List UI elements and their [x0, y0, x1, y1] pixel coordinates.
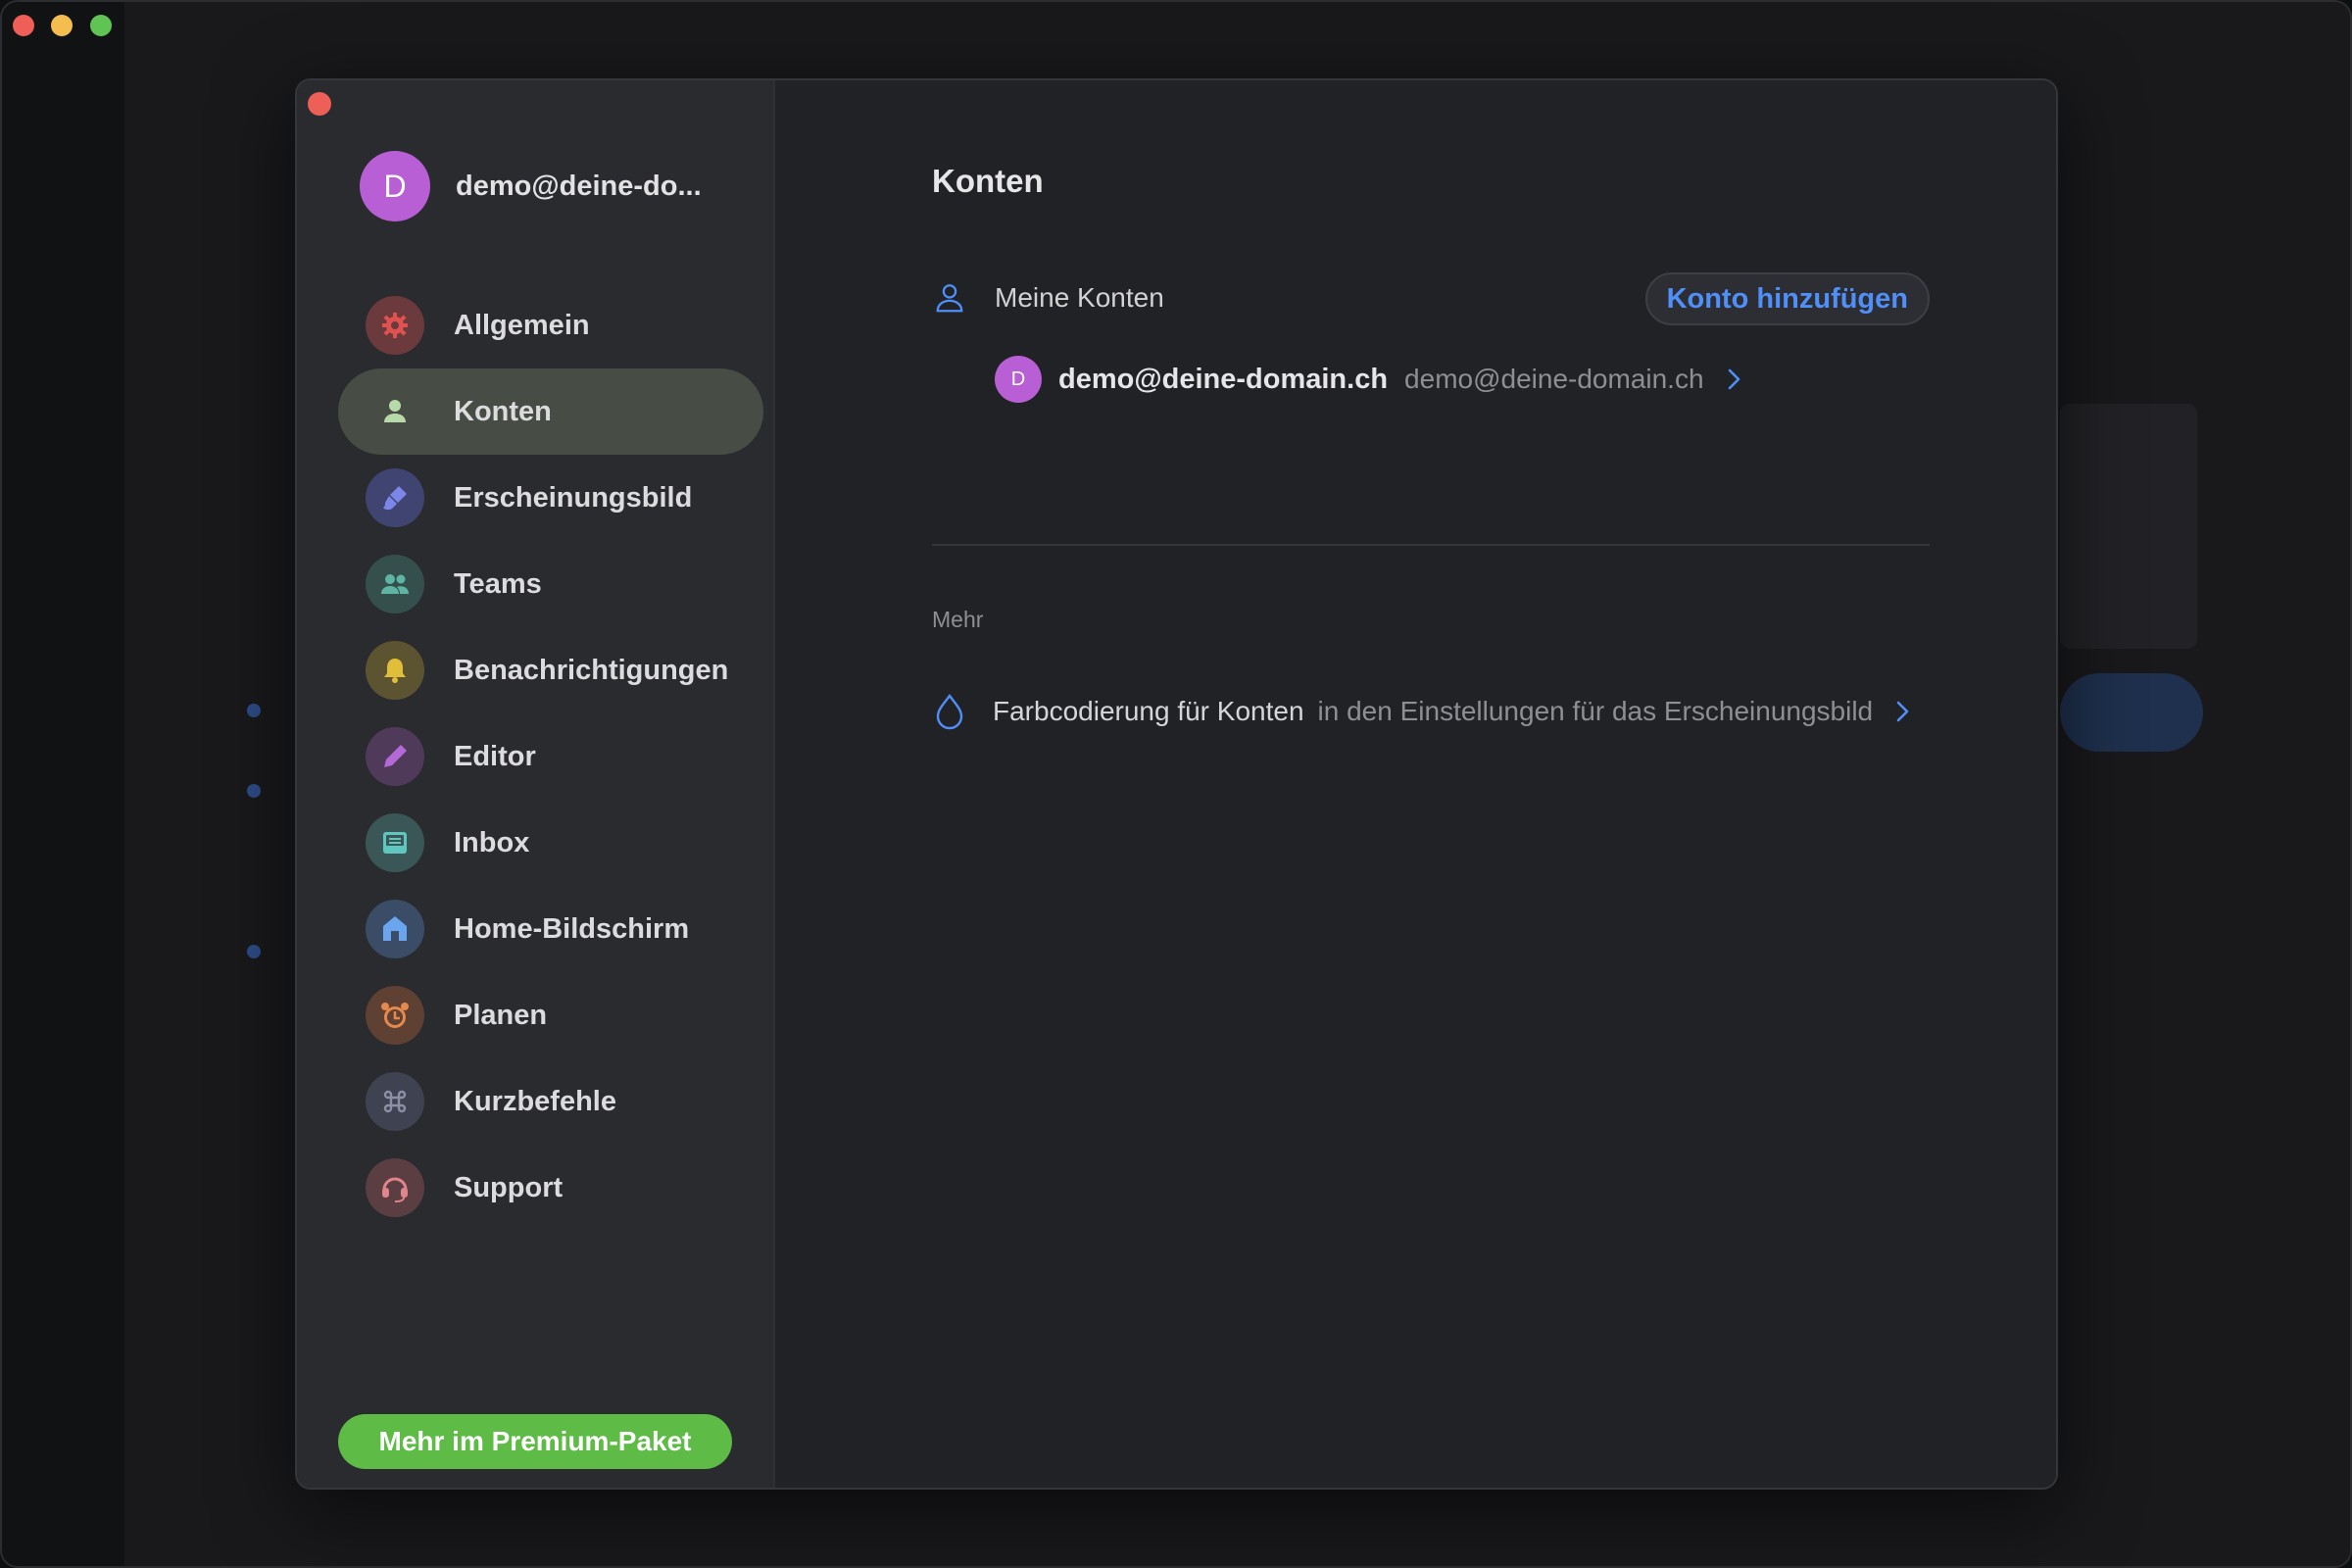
- sidebar-item-label: Konten: [454, 395, 552, 427]
- modal-close-button[interactable]: [308, 92, 331, 116]
- premium-button[interactable]: Mehr im Premium-Paket: [338, 1414, 732, 1469]
- avatar: D: [360, 151, 430, 221]
- settings-modal: D demo@deine-do... Allgemein Konten Ersc…: [295, 78, 2058, 1490]
- gear-icon: [366, 296, 424, 355]
- sidebar-item-planen[interactable]: Planen: [338, 972, 763, 1058]
- home-icon: [366, 900, 424, 958]
- drop-icon: [936, 694, 963, 730]
- my-accounts-header: Meine Konten Konto hinzufügen: [932, 272, 1930, 325]
- sidebar-item-label: Support: [454, 1171, 564, 1203]
- chevron-right-icon: [1728, 368, 1740, 390]
- color-coding-link[interactable]: Farbcodierung für Konten in den Einstell…: [932, 686, 1914, 737]
- account-email: demo@deine-domain.ch: [1404, 364, 1704, 394]
- person-outline-icon: [932, 280, 967, 316]
- bell-icon: [366, 641, 424, 700]
- sidebar-account-label: demo@deine-do...: [456, 170, 702, 202]
- background-dot: [247, 945, 261, 958]
- brush-icon: [366, 468, 424, 527]
- sidebar-item-label: Inbox: [454, 826, 530, 858]
- headset-icon: [366, 1158, 424, 1217]
- sidebar-item-kurzbefehle[interactable]: Kurzbefehle: [338, 1058, 763, 1145]
- sidebar-item-support[interactable]: Support: [338, 1145, 763, 1231]
- account-list-item[interactable]: D demo@deine-domain.ch demo@deine-domain…: [995, 354, 1745, 405]
- more-section-label: Mehr: [932, 607, 984, 632]
- background-dot: [247, 704, 261, 717]
- window-zoom-button[interactable]: [90, 15, 112, 36]
- app-left-rail: [2, 2, 124, 1566]
- sidebar-item-home-bildschirm[interactable]: Home-Bildschirm: [338, 886, 763, 972]
- sidebar-item-label: Home-Bildschirm: [454, 912, 690, 945]
- avatar: D: [995, 356, 1042, 403]
- color-coding-description: in den Einstellungen für das Erscheinung…: [1317, 696, 1874, 726]
- person-icon: [366, 382, 424, 441]
- sidebar-item-label: Allgemein: [454, 309, 590, 341]
- color-coding-title: Farbcodierung für Konten: [993, 696, 1304, 726]
- sidebar-item-label: Benachrichtigungen: [454, 654, 729, 686]
- sidebar-item-label: Erscheinungsbild: [454, 481, 693, 514]
- sidebar-account-header[interactable]: D demo@deine-do...: [360, 151, 702, 221]
- chevron-right-icon: [1896, 701, 1909, 722]
- sidebar-item-benachrichtigungen[interactable]: Benachrichtigungen: [338, 627, 763, 713]
- alarm-clock-icon: [366, 986, 424, 1045]
- sidebar-item-label: Kurzbefehle: [454, 1085, 616, 1117]
- sidebar-item-label: Teams: [454, 567, 542, 600]
- sidebar-item-editor[interactable]: Editor: [338, 713, 763, 800]
- pen-icon: [366, 727, 424, 786]
- sidebar-item-teams[interactable]: Teams: [338, 541, 763, 627]
- inbox-icon: [366, 813, 424, 872]
- settings-sidebar: D demo@deine-do... Allgemein Konten Ersc…: [297, 80, 775, 1488]
- window-close-button[interactable]: [13, 15, 34, 36]
- background-dot: [247, 784, 261, 798]
- command-icon: [366, 1072, 424, 1131]
- sidebar-item-erscheinungsbild[interactable]: Erscheinungsbild: [338, 455, 763, 541]
- window-minimize-button[interactable]: [51, 15, 73, 36]
- sidebar-item-allgemein[interactable]: Allgemein: [338, 282, 763, 368]
- sidebar-item-label: Planen: [454, 999, 548, 1031]
- background-button: [2060, 673, 2203, 752]
- add-account-button[interactable]: Konto hinzufügen: [1644, 272, 1930, 325]
- background-panel: [2060, 404, 2197, 649]
- sidebar-item-label: Editor: [454, 740, 536, 772]
- account-name: demo@deine-domain.ch: [1058, 363, 1389, 395]
- sidebar-item-inbox[interactable]: Inbox: [338, 800, 763, 886]
- my-accounts-label: Meine Konten: [995, 282, 1164, 313]
- sidebar-item-konten[interactable]: Konten: [338, 368, 763, 455]
- sidebar-nav: Allgemein Konten Erscheinungsbild Teams …: [338, 282, 763, 1231]
- page-title: Konten: [932, 163, 1044, 199]
- section-divider: [932, 544, 1930, 546]
- people-icon: [366, 555, 424, 613]
